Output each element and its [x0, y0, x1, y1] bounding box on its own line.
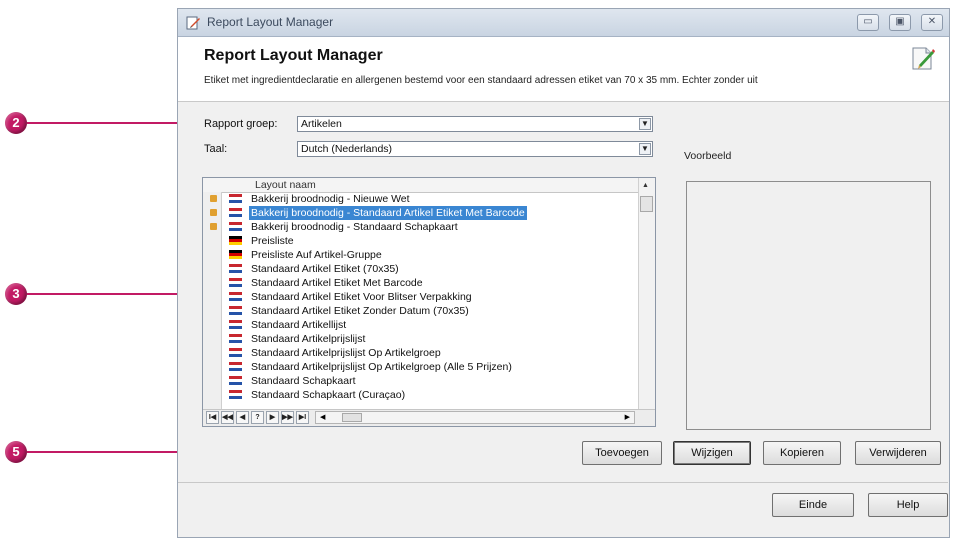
dutch-flag-icon [229, 348, 242, 357]
dutch-flag-icon [229, 306, 242, 315]
taal-select[interactable]: Dutch (Nederlands) ▼ [297, 141, 653, 157]
title-bar[interactable]: Report Layout Manager ▭ ▣ ✕ [178, 9, 949, 37]
callout-3: 3 [5, 283, 27, 305]
help-button[interactable]: Help [868, 493, 948, 517]
layout-name: Bakkerij broodnodig - Standaard Schapkaa… [251, 221, 458, 233]
dutch-flag-icon [229, 194, 242, 203]
rapport-groep-value: Artikelen [301, 118, 342, 130]
nav-prev-button[interactable]: ◀ [236, 411, 249, 424]
table-row[interactable]: Standaard Artikellijst [221, 318, 640, 332]
layout-description: Etiket met ingredientdeclaratie en aller… [204, 75, 758, 86]
grid-navigator: I◀ ◀◀ ◀ ? ▶ ▶▶ ▶I ◀ ▶ [203, 409, 655, 426]
dutch-flag-icon [229, 292, 242, 301]
report-edit-icon [186, 16, 200, 30]
table-row[interactable]: Standaard Artikel Etiket Voor Blitser Ve… [221, 290, 640, 304]
layout-name: Standaard Artikelprijslijst Op Artikelgr… [251, 347, 441, 359]
table-row[interactable]: Standaard Artikel Etiket Met Barcode [221, 276, 640, 290]
layout-grid[interactable]: Layout naam Bakkerij broodnodig - Nieuwe… [202, 177, 656, 427]
dutch-flag-icon [229, 278, 242, 287]
nav-first-button[interactable]: I◀ [206, 411, 219, 424]
dutch-flag-icon [229, 390, 242, 399]
chevron-down-icon[interactable]: ▼ [639, 143, 651, 155]
table-row[interactable]: Standaard Artikelprijslijst [221, 332, 640, 346]
nav-next-button[interactable]: ▶ [266, 411, 279, 424]
dutch-flag-icon [229, 264, 242, 273]
preview-panel [686, 181, 931, 430]
layout-name: Standaard Artikel Etiket Zonder Datum (7… [251, 305, 469, 317]
dutch-flag-icon [229, 320, 242, 329]
nav-next-page-button[interactable]: ▶▶ [281, 411, 294, 424]
rapport-groep-label: Rapport groep: [204, 118, 278, 130]
callout-3-line [27, 293, 195, 295]
minimize-button[interactable]: ▭ [857, 14, 879, 31]
table-row[interactable]: Standaard Schapkaart [221, 374, 640, 388]
scroll-left-icon[interactable]: ◀ [320, 413, 325, 421]
header-panel: Report Layout Manager Etiket met ingredi… [178, 37, 949, 102]
layout-name: Standaard Artikel Etiket (70x35) [251, 263, 399, 275]
vertical-scrollbar[interactable]: ▲ [638, 178, 655, 411]
maximize-button[interactable]: ▣ [889, 14, 911, 31]
close-button[interactable]: ✕ [921, 14, 943, 31]
layout-name: Preisliste Auf Artikel-Gruppe [251, 249, 382, 261]
horizontal-scrollbar[interactable]: ◀ ▶ [315, 411, 635, 424]
nav-help-button[interactable]: ? [251, 411, 264, 424]
german-flag-icon [229, 250, 242, 259]
dutch-flag-icon [229, 222, 242, 231]
rapport-groep-select[interactable]: Artikelen ▼ [297, 116, 653, 132]
table-row[interactable]: Preisliste [221, 234, 640, 248]
table-row[interactable]: Bakkerij broodnodig - Standaard Artikel … [210, 206, 640, 220]
verwijderen-button[interactable]: Verwijderen [855, 441, 941, 465]
layout-name: Standaard Schapkaart (Curaçao) [251, 389, 406, 401]
kopieren-button[interactable]: Kopieren [763, 441, 841, 465]
taal-label: Taal: [204, 143, 228, 155]
layout-name: Standaard Artikel Etiket Voor Blitser Ve… [251, 291, 472, 303]
footer-separator [178, 482, 948, 483]
nav-last-button[interactable]: ▶I [296, 411, 309, 424]
taal-value: Dutch (Nederlands) [301, 143, 393, 155]
layout-name: Standaard Artikel Etiket Met Barcode [251, 277, 423, 289]
scroll-up-icon[interactable]: ▲ [642, 182, 649, 189]
table-row[interactable]: Bakkerij broodnodig - Standaard Schapkaa… [210, 220, 640, 234]
table-row[interactable]: Standaard Artikel Etiket Zonder Datum (7… [221, 304, 640, 318]
table-row[interactable]: Preisliste Auf Artikel-Gruppe [221, 248, 640, 262]
page-title: Report Layout Manager [204, 47, 383, 64]
dutch-flag-icon [229, 376, 242, 385]
callout-5: 5 [5, 441, 27, 463]
lock-icon [210, 195, 217, 202]
nav-prev-page-button[interactable]: ◀◀ [221, 411, 234, 424]
table-row[interactable]: Standaard Artikelprijslijst Op Artikelgr… [221, 346, 640, 360]
dutch-flag-icon [229, 362, 242, 371]
hscroll-thumb[interactable] [342, 413, 362, 422]
table-row[interactable]: Standaard Artikelprijslijst Op Artikelgr… [221, 360, 640, 374]
grid-header[interactable]: Layout naam [203, 178, 640, 193]
window-title: Report Layout Manager [207, 15, 334, 29]
toevoegen-button[interactable]: Toevoegen [582, 441, 662, 465]
scroll-right-icon[interactable]: ▶ [625, 413, 630, 421]
layout-naam-header: Layout naam [255, 179, 316, 191]
table-row[interactable]: Bakkerij broodnodig - Nieuwe Wet [210, 192, 640, 206]
german-flag-icon [229, 236, 242, 245]
dutch-flag-icon [229, 334, 242, 343]
dutch-flag-icon [229, 208, 242, 217]
lock-icon [210, 209, 217, 216]
layout-name: Standaard Artikellijst [251, 319, 347, 331]
lock-icon [210, 223, 217, 230]
layout-name: Bakkerij broodnodig - Nieuwe Wet [251, 193, 410, 205]
layout-name: Bakkerij broodnodig - Standaard Artikel … [249, 206, 527, 220]
einde-button[interactable]: Einde [772, 493, 854, 517]
table-row[interactable]: Standaard Schapkaart (Curaçao) [221, 388, 640, 402]
layout-name: Standaard Schapkaart [251, 375, 356, 387]
voorbeeld-label: Voorbeeld [684, 150, 732, 162]
layout-name: Preisliste [251, 235, 294, 247]
wijzigen-button[interactable]: Wijzigen [673, 441, 751, 465]
layout-name: Standaard Artikelprijslijst Op Artikelgr… [251, 361, 512, 373]
callout-2: 2 [5, 112, 27, 134]
layout-name: Standaard Artikelprijslijst [251, 333, 366, 345]
callout-2-line [27, 122, 187, 124]
table-row[interactable]: Standaard Artikel Etiket (70x35) [221, 262, 640, 276]
scroll-thumb[interactable] [640, 196, 653, 212]
chevron-down-icon[interactable]: ▼ [639, 118, 651, 130]
edit-document-icon [912, 47, 935, 70]
